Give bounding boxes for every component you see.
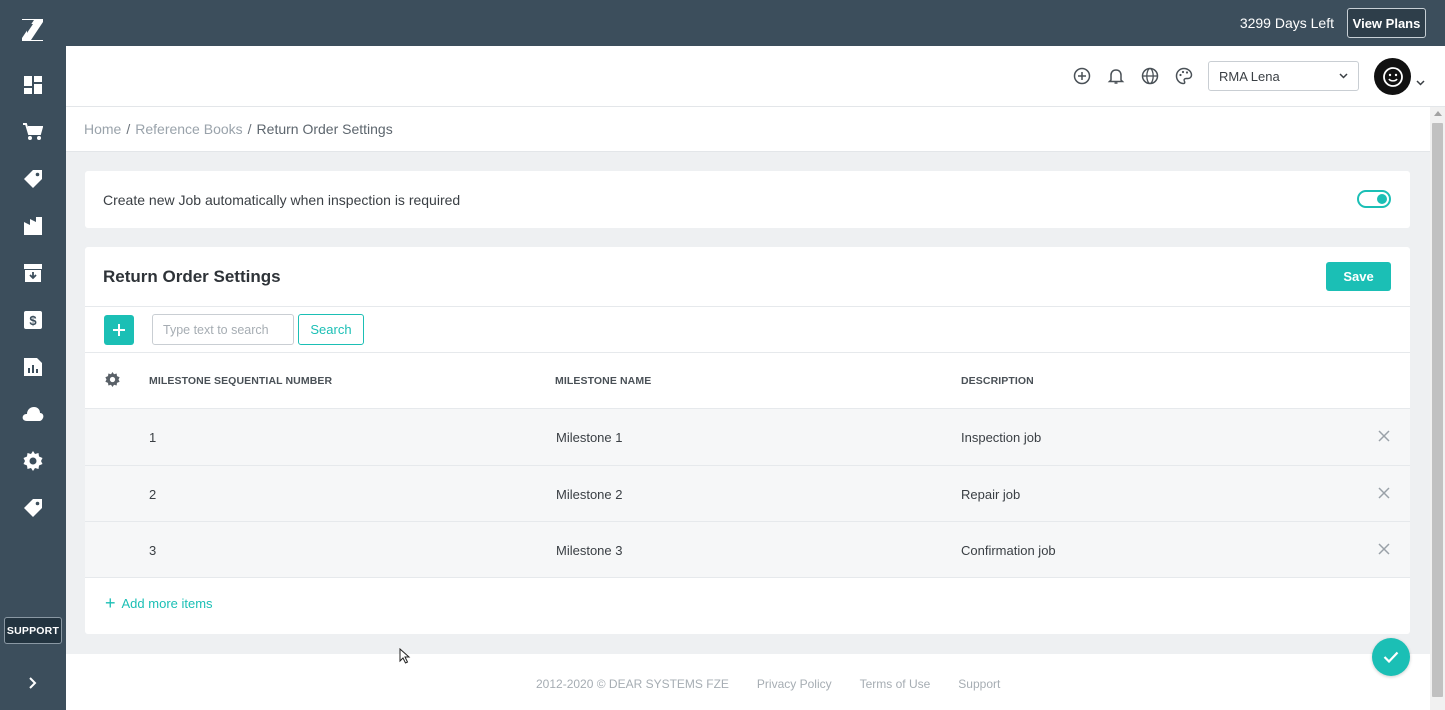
breadcrumb: Home / Reference Books / Return Order Settin… xyxy=(84,121,393,137)
add-more-items-label: Add more items xyxy=(121,596,213,611)
factory-icon[interactable] xyxy=(21,214,45,238)
toggle-knob xyxy=(1377,194,1387,204)
row-name: Milestone 2 xyxy=(556,487,623,502)
avatar[interactable] xyxy=(1374,58,1411,95)
bell-icon[interactable] xyxy=(1107,67,1125,85)
header: RMA Lena xyxy=(66,46,1445,107)
add-more-items-link[interactable]: + Add more items xyxy=(105,593,213,613)
scroll-up-arrow-icon[interactable] xyxy=(1434,111,1442,116)
table-row[interactable]: 1 Milestone 1 Inspection job xyxy=(85,408,1410,465)
column-header-seq: MILESTONE SEQUENTIAL NUMBER xyxy=(149,375,333,387)
delete-row-close-icon[interactable] xyxy=(1377,429,1391,443)
save-button[interactable]: Save xyxy=(1326,262,1391,291)
check-icon xyxy=(1383,651,1399,663)
footer-terms-link[interactable]: Terms of Use xyxy=(860,677,931,691)
search-input[interactable] xyxy=(152,314,294,345)
breadcrumb-reference-books[interactable]: Reference Books xyxy=(135,121,242,137)
row-seq: 1 xyxy=(149,430,157,445)
breadcrumb-home[interactable]: Home xyxy=(84,121,121,137)
report-icon[interactable] xyxy=(21,355,45,379)
footer: 2012-2020 © DEAR SYSTEMS FZE Privacy Pol… xyxy=(66,654,1430,710)
cloud-icon[interactable] xyxy=(21,402,45,426)
plus-icon: + xyxy=(105,593,116,613)
delete-row-close-icon[interactable] xyxy=(1377,486,1391,500)
return-order-settings-card: Return Order Settings Save Search MILEST… xyxy=(85,247,1410,634)
cart-icon[interactable] xyxy=(21,120,45,144)
chevron-down-icon[interactable] xyxy=(1416,73,1426,86)
breadcrumb-bar: Home / Reference Books / Return Order Settin… xyxy=(66,107,1430,152)
row-description: Confirmation job xyxy=(961,543,1056,558)
delete-row-close-icon[interactable] xyxy=(1377,542,1391,556)
divider xyxy=(85,352,1410,353)
globe-icon[interactable] xyxy=(1141,67,1159,85)
breadcrumb-current: Return Order Settings xyxy=(256,121,393,137)
breadcrumb-separator: / xyxy=(247,121,252,137)
expand-sidebar-icon[interactable] xyxy=(25,673,41,693)
search-button[interactable]: Search xyxy=(298,314,364,345)
row-seq: 3 xyxy=(149,543,157,558)
logo-icon[interactable] xyxy=(19,16,47,44)
column-header-description: DESCRIPTION xyxy=(961,375,1034,387)
dashboard-icon[interactable] xyxy=(21,73,45,97)
view-plans-button[interactable]: View Plans xyxy=(1347,8,1426,38)
tag-icon[interactable] xyxy=(21,167,45,191)
confirm-check-button[interactable] xyxy=(1372,638,1410,676)
chevron-down-icon xyxy=(1339,73,1348,79)
company-select[interactable]: RMA Lena xyxy=(1208,61,1359,91)
table-row[interactable]: 3 Milestone 3 Confirmation job xyxy=(85,521,1410,578)
company-select-value: RMA Lena xyxy=(1219,68,1280,84)
auto-job-card: Create new Job automatically when inspec… xyxy=(85,171,1410,228)
divider xyxy=(85,306,1410,307)
row-name: Milestone 1 xyxy=(556,430,623,445)
column-header-name: MILESTONE NAME xyxy=(555,375,652,387)
table-row[interactable]: 2 Milestone 2 Repair job xyxy=(85,465,1410,522)
row-name: Milestone 3 xyxy=(556,543,623,558)
row-description: Repair job xyxy=(961,487,1021,502)
gear-icon[interactable] xyxy=(21,449,45,473)
scrollbar[interactable] xyxy=(1430,107,1445,710)
scroll-thumb[interactable] xyxy=(1432,123,1443,697)
svg-text:$: $ xyxy=(29,313,37,328)
mouse-cursor-icon xyxy=(399,647,411,664)
plus-circle-icon[interactable] xyxy=(1073,67,1091,85)
inbox-download-icon[interactable] xyxy=(21,261,45,285)
top-bar: 3299 Days Left View Plans xyxy=(66,0,1445,46)
footer-privacy-link[interactable]: Privacy Policy xyxy=(757,677,832,691)
page-title: Return Order Settings xyxy=(103,267,281,286)
sidebar: $ SUPPORT xyxy=(0,0,66,710)
support-button[interactable]: SUPPORT xyxy=(4,617,62,644)
add-item-button[interactable] xyxy=(104,315,134,345)
dollar-icon[interactable]: $ xyxy=(21,308,45,332)
auto-job-toggle[interactable] xyxy=(1357,190,1391,208)
tag-icon[interactable] xyxy=(21,496,45,520)
column-settings-gear-icon[interactable] xyxy=(105,372,120,387)
footer-support-link[interactable]: Support xyxy=(958,677,1000,691)
plus-icon xyxy=(113,324,125,336)
palette-icon[interactable] xyxy=(1175,67,1193,85)
breadcrumb-separator: / xyxy=(126,121,131,137)
row-seq: 2 xyxy=(149,487,157,502)
days-left-text: 3299 Days Left xyxy=(1239,15,1334,31)
auto-job-label: Create new Job automatically when inspec… xyxy=(103,192,461,208)
footer-copyright: 2012-2020 © DEAR SYSTEMS FZE xyxy=(536,677,729,691)
row-description: Inspection job xyxy=(961,430,1042,445)
